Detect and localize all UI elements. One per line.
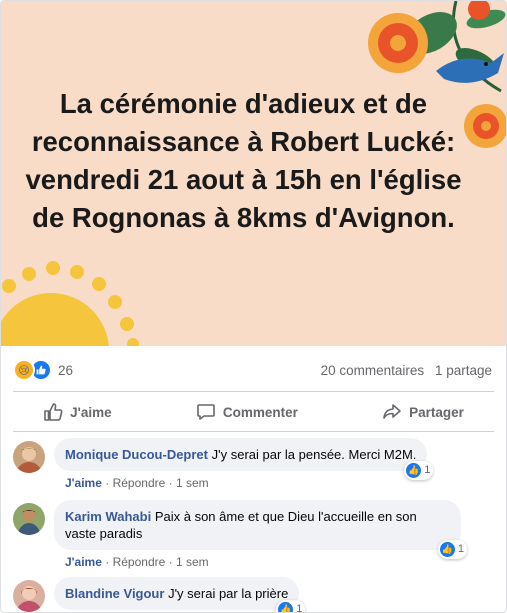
comment-text: J'y serai par la pensée. Merci M2M. [211,447,417,462]
reaction-count: 26 [58,362,74,378]
sun-decoration [1,261,139,346]
share-arrow-icon [383,404,401,419]
share-button[interactable]: Partager [382,396,464,428]
comment-button[interactable]: Commenter [196,396,298,428]
comment-bubble: Blandine Vigour J'y serai par la prière … [54,577,306,612]
comment-reply-link[interactable]: Répondre [113,555,166,569]
comment-like-link[interactable]: J'aime [65,555,102,569]
comment-icon [197,404,215,420]
comment-time[interactable]: 1 sem [176,476,209,490]
reaction-summary[interactable]: 😢 26 [13,359,73,381]
avatar[interactable] [13,503,45,535]
comments-count-link[interactable]: 20 commentaires [321,363,425,378]
comment-item: Blandine Vigour J'y serai par la prière … [13,577,494,612]
comment-item: Karim Wahabi Paix à son âme et que Dieu … [13,500,494,569]
like-label: J'aime [70,404,112,420]
comment-reaction-count: 1 [457,543,464,555]
comment-reaction-badge[interactable]: 👍 1 [437,540,467,559]
shares-count-link[interactable]: 1 partage [435,363,492,378]
like-button[interactable]: J'aime [43,396,112,428]
separator-dot: · [168,476,176,490]
comment-reaction-badge[interactable]: 👍 1 [404,461,434,480]
comment-reaction-count: 1 [424,464,431,476]
post-banner: La cérémonie d'adieux et de reconnaissan… [1,1,506,346]
separator-dot: · [168,555,176,569]
avatar[interactable] [13,441,45,473]
sad-reaction-icon: 😢 [13,359,35,381]
comment-reply-link[interactable]: Répondre [113,476,166,490]
comment-time[interactable]: 1 sem [176,555,209,569]
post-banner-text: La cérémonie d'adieux et de reconnaissan… [25,88,462,233]
post-card: La cérémonie d'adieux et de reconnaissan… [0,0,507,613]
comment-bubble: Monique Ducou-Depret J'y serai par la pe… [54,438,434,480]
comment-reaction-count: 1 [296,603,303,613]
comment-like-link[interactable]: J'aime [65,476,102,490]
comment-meta: J'aime · Répondre · 1 sem [65,555,461,569]
share-label: Partager [409,404,464,420]
comment-bubble: Karim Wahabi Paix à son âme et que Dieu … [54,500,467,559]
comment-text: J'y serai par la prière [168,586,289,601]
comment-label: Commenter [222,404,298,420]
separator-dot: · [105,476,113,490]
comment-meta: J'aime · Répondre · 1 sem [65,476,427,490]
like-reaction-icon: 👍 [406,463,422,478]
comment-author[interactable]: Blandine Vigour [65,586,164,601]
comment-item: Monique Ducou-Depret J'y serai par la pe… [13,438,494,490]
separator-dot: · [105,555,113,569]
thumbs-up-icon [44,403,63,421]
comment-author[interactable]: Karim Wahabi [65,509,151,524]
like-reaction-icon: 👍 [439,542,455,557]
divider [13,431,494,432]
post-stats: 😢 26 20 commentaires 1 partage [1,356,506,384]
post-actions: J'aime Commenter Partager [1,396,506,428]
comment-reaction-badge[interactable]: 👍 1 [276,600,306,613]
divider [13,391,494,392]
comment-author[interactable]: Monique Ducou-Depret [65,447,208,462]
like-reaction-icon: 👍 [278,602,294,612]
avatar[interactable] [13,580,45,612]
